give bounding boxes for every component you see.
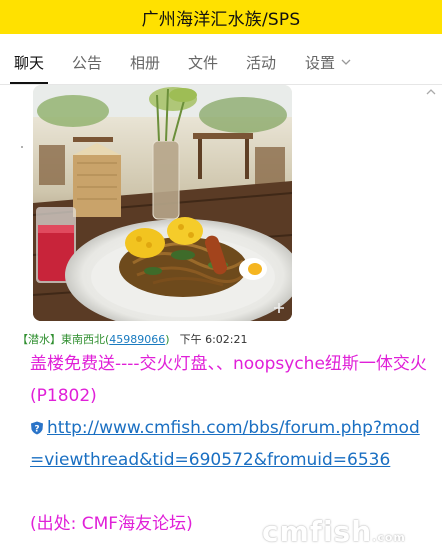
tab-activity[interactable]: 活动 — [246, 52, 276, 73]
sender-tag: 【潜水】 — [17, 333, 61, 346]
window-title-bar: 广州海洋汇水族/SPS — [0, 0, 442, 34]
message-bullet — [21, 146, 23, 148]
post-title: 盖楼免费送----交火灯盘、、noopsyche纽斯一体交火(P1802) — [30, 354, 427, 406]
sender-name[interactable]: 東南西北 — [61, 333, 105, 346]
scroll-up-icon[interactable] — [426, 84, 436, 98]
photo-plus-icon[interactable] — [273, 302, 285, 317]
active-tab-indicator — [10, 82, 48, 84]
message-meta: 【潜水】東南西北(45989066) 下午 6:02:21 — [17, 333, 248, 346]
tab-bar: 聊天 公告 相册 文件 活动 设置 — [0, 34, 442, 85]
site-watermark: cmfish.com — [262, 515, 406, 548]
watermark-suffix: .com — [372, 531, 406, 544]
tab-settings-label: 设置 — [305, 54, 336, 72]
question-shield-icon: ? — [31, 421, 43, 435]
chevron-down-icon — [341, 56, 351, 69]
post-link-block: ? http://www.cmfish.com/bbs/forum.php?mo… — [30, 412, 432, 476]
message-timestamp: 下午 6:02:21 — [179, 333, 248, 346]
sender-qq-link[interactable]: 45989066 — [109, 333, 165, 346]
tab-settings[interactable]: 设置 — [305, 52, 351, 73]
tab-announcement[interactable]: 公告 — [72, 52, 102, 73]
tab-files[interactable]: 文件 — [188, 52, 218, 73]
svg-text:?: ? — [34, 425, 39, 435]
food-photo-illustration — [33, 85, 292, 321]
watermark-main: cmfish — [262, 515, 373, 548]
tab-chat[interactable]: 聊天 — [14, 52, 44, 73]
shared-photo[interactable] — [33, 85, 292, 321]
tab-album[interactable]: 相册 — [130, 52, 160, 73]
post-link[interactable]: http://www.cmfish.com/bbs/forum.php?mod=… — [30, 418, 420, 470]
window-title: 广州海洋汇水族/SPS — [141, 9, 301, 30]
